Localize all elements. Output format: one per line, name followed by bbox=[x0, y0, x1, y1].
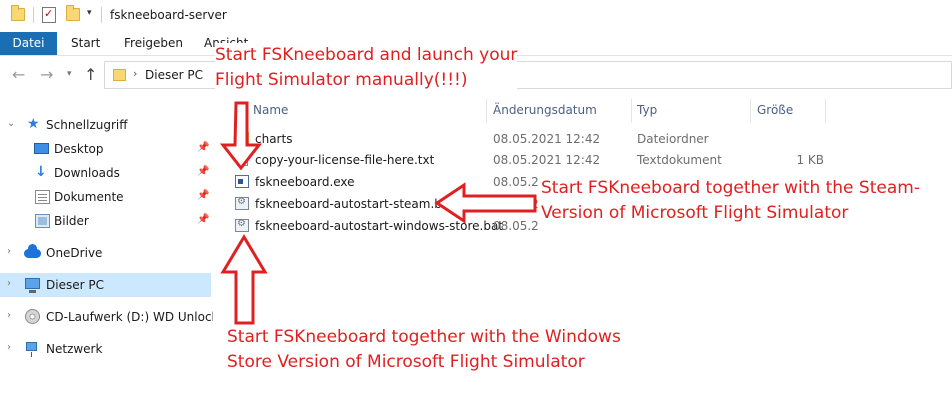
pictures-icon bbox=[35, 214, 50, 228]
chevron-right-icon[interactable]: › bbox=[7, 278, 11, 289]
pin-icon: 📌 bbox=[197, 214, 210, 225]
sidebar-item-bilder[interactable]: Bilder 📌 bbox=[0, 209, 211, 233]
sidebar-item-label: Bilder bbox=[54, 214, 89, 228]
sidebar-item-schnellzugriff[interactable]: ⌄ ★ Schnellzugriff bbox=[0, 113, 211, 137]
recent-locations-icon[interactable]: ▾ bbox=[67, 69, 72, 79]
quick-access-dropdown-icon[interactable]: ▾ bbox=[87, 8, 92, 18]
sidebar-item-label: Dieser PC bbox=[46, 278, 104, 292]
batch-file-icon bbox=[235, 196, 249, 210]
column-divider[interactable] bbox=[825, 99, 826, 123]
window-title: fskneeboard-server bbox=[110, 8, 227, 22]
chevron-right-icon[interactable]: › bbox=[7, 246, 11, 257]
column-header-size[interactable]: Größe bbox=[757, 103, 793, 117]
chevron-right-icon[interactable]: › bbox=[7, 342, 11, 353]
tab-freigeben[interactable]: Freigeben bbox=[112, 32, 195, 55]
chevron-down-icon[interactable]: ⌄ bbox=[7, 118, 15, 129]
file-name: copy-your-license-file-here.txt bbox=[255, 153, 435, 167]
text-file-icon bbox=[237, 153, 248, 166]
file-date: 08.05.2021 12:42 bbox=[493, 153, 601, 167]
file-date: 08.05.2 bbox=[493, 197, 539, 211]
toolbar-divider bbox=[33, 7, 34, 23]
file-date: 08.05.2 bbox=[493, 175, 539, 189]
sidebar-item-desktop[interactable]: Desktop 📌 bbox=[0, 137, 211, 161]
forward-arrow-icon[interactable]: → bbox=[40, 65, 53, 84]
sidebar-item-downloads[interactable]: ↓ Downloads 📌 bbox=[0, 161, 211, 185]
file-name: fskneeboard-autostart-steam.bat bbox=[255, 197, 454, 211]
sidebar-item-onedrive[interactable]: › OneDrive bbox=[0, 241, 211, 265]
file-name: fskneeboard-autostart-windows-store.bat bbox=[255, 219, 504, 233]
file-date: 08.05.2021 12:42 bbox=[493, 132, 601, 146]
sidebar-item-label: Dokumente bbox=[54, 190, 124, 204]
column-divider[interactable] bbox=[631, 99, 632, 123]
tab-start[interactable]: Start bbox=[59, 32, 112, 55]
desktop-icon bbox=[34, 143, 49, 154]
back-arrow-icon[interactable]: ← bbox=[12, 65, 25, 84]
up-arrow-icon[interactable]: ↑ bbox=[84, 65, 97, 84]
sidebar-item-label: OneDrive bbox=[46, 246, 103, 260]
annotation-line: Flight Simulator manually(!!!) bbox=[215, 70, 468, 90]
annotation-top: Start FSKneeboard and launch your Flight… bbox=[215, 43, 518, 93]
batch-file-icon bbox=[235, 218, 249, 232]
annotation-line: Version of Microsoft Flight Simulator bbox=[541, 203, 849, 223]
documents-icon bbox=[35, 190, 50, 204]
folder-icon bbox=[113, 69, 126, 81]
sidebar-item-label: Desktop bbox=[54, 142, 104, 156]
sidebar-item-dieser-pc[interactable]: › Dieser PC bbox=[0, 273, 211, 297]
file-type: Dateiordner bbox=[637, 132, 709, 146]
column-header-type[interactable]: Typ bbox=[637, 103, 657, 117]
breadcrumb[interactable]: Dieser PC bbox=[145, 68, 203, 82]
exe-file-icon bbox=[235, 175, 249, 188]
cd-drive-icon bbox=[25, 309, 40, 324]
pin-icon: 📌 bbox=[197, 142, 210, 153]
file-name: fskneeboard.exe bbox=[255, 175, 355, 189]
navigation-pane: ⌄ ★ Schnellzugriff Desktop 📌 ↓ Downloads… bbox=[0, 93, 230, 401]
chevron-right-icon[interactable]: › bbox=[133, 67, 137, 80]
column-divider[interactable] bbox=[486, 99, 487, 123]
file-size: 1 KB bbox=[796, 153, 824, 167]
properties-icon[interactable] bbox=[42, 7, 56, 23]
table-row[interactable]: charts 08.05.2021 12:42 Dateiordner bbox=[213, 128, 952, 150]
star-icon: ★ bbox=[27, 116, 40, 132]
tab-datei[interactable]: Datei bbox=[0, 32, 57, 55]
computer-icon bbox=[25, 278, 40, 293]
pin-icon: 📌 bbox=[197, 166, 210, 177]
pin-icon: 📌 bbox=[197, 190, 210, 201]
table-row[interactable]: copy-your-license-file-here.txt 08.05.20… bbox=[213, 149, 952, 171]
annotation-bottom: Start FSKneeboard together with the Wind… bbox=[227, 325, 621, 375]
chevron-right-icon[interactable]: › bbox=[7, 310, 11, 321]
column-header-name[interactable]: Name bbox=[253, 103, 288, 117]
network-icon bbox=[26, 342, 37, 357]
file-type: Textdokument bbox=[637, 153, 722, 167]
file-name: charts bbox=[255, 132, 293, 146]
column-divider[interactable] bbox=[750, 99, 751, 123]
annotation-line: Start FSKneeboard together with the Wind… bbox=[227, 327, 621, 347]
annotation-line: Start FSKneeboard and launch your bbox=[215, 45, 518, 65]
download-icon: ↓ bbox=[35, 164, 47, 180]
sidebar-item-netzwerk[interactable]: › Netzwerk bbox=[0, 337, 211, 361]
toolbar-divider bbox=[101, 7, 102, 23]
annotation-line: Store Version of Microsoft Flight Simula… bbox=[227, 352, 585, 372]
sidebar-item-dokumente[interactable]: Dokumente 📌 bbox=[0, 185, 211, 209]
annotation-line: Start FSKneeboard together with the Stea… bbox=[541, 178, 920, 198]
sidebar-item-cd-laufwerk[interactable]: › CD-Laufwerk (D:) WD Unlocker bbox=[0, 305, 230, 329]
sidebar-item-label: Netzwerk bbox=[46, 342, 103, 356]
sidebar-item-label: Downloads bbox=[54, 166, 120, 180]
sidebar-item-label: CD-Laufwerk (D:) WD Unlocker bbox=[46, 310, 231, 324]
folder-icon bbox=[235, 132, 249, 145]
new-folder-icon[interactable] bbox=[66, 5, 80, 21]
cloud-icon bbox=[24, 244, 41, 258]
sidebar-item-label: Schnellzugriff bbox=[46, 118, 128, 132]
title-bar: ▾ fskneeboard-server bbox=[0, 0, 952, 32]
annotation-right: Start FSKneeboard together with the Stea… bbox=[541, 176, 920, 226]
file-date: 08.05.2 bbox=[493, 219, 539, 233]
explorer-window: ▾ fskneeboard-server Datei Start Freigeb… bbox=[0, 0, 952, 401]
column-header-date[interactable]: Änderungsdatum bbox=[493, 103, 597, 117]
folder-icon bbox=[11, 5, 25, 21]
